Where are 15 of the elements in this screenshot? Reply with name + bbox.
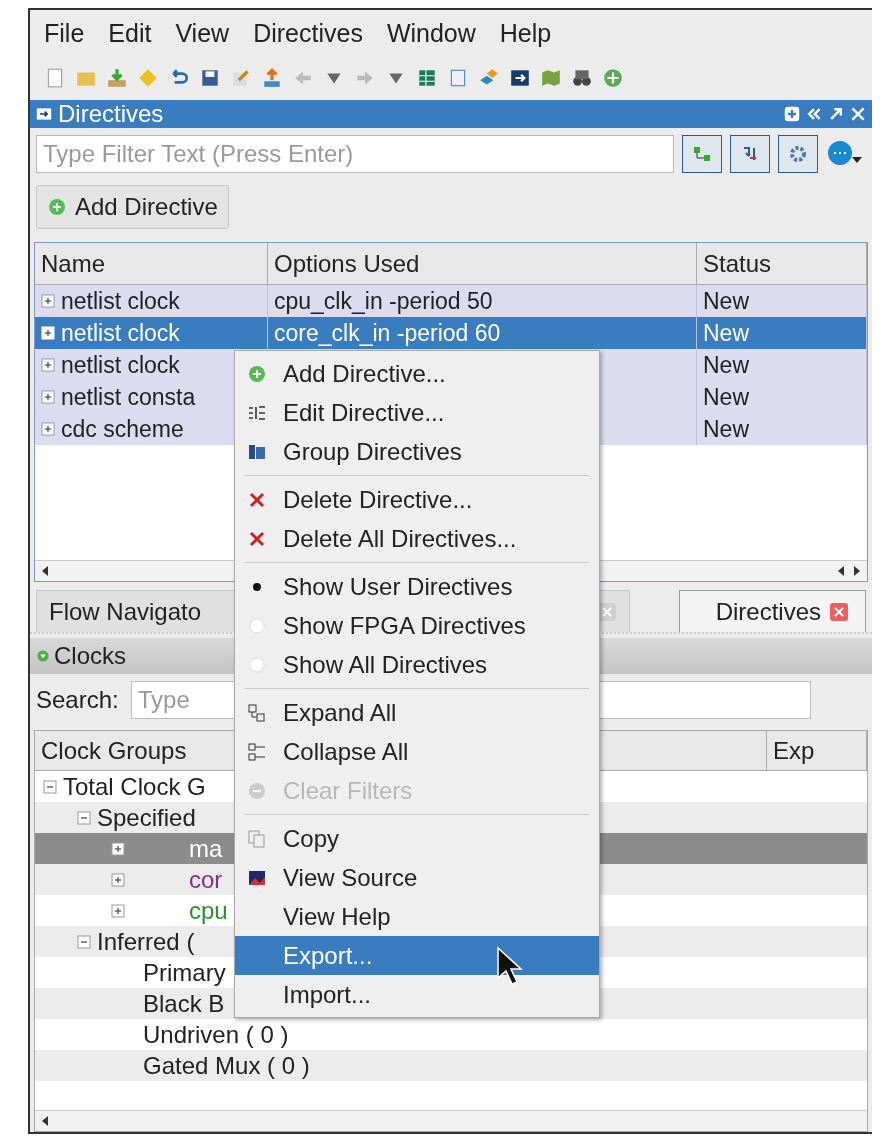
table-cell: New: [697, 285, 867, 317]
table-cell: cpu_clk_in -period 50: [268, 285, 697, 317]
panel-title: Directives: [58, 100, 164, 128]
directive-name: netlist clock: [61, 287, 180, 315]
search-label: Search:: [36, 686, 119, 714]
table-cell: New: [697, 381, 867, 413]
directive-name: netlist clock: [61, 351, 180, 379]
directive-name: netlist consta: [61, 383, 196, 411]
table-cell: New: [697, 413, 867, 445]
table-cell: core_clk_in -period 60: [268, 317, 697, 349]
directive-name: cdc scheme: [61, 415, 184, 443]
directive-name: netlist clock: [61, 319, 180, 347]
table-cell: New: [697, 349, 867, 381]
table-cell: New: [697, 317, 867, 349]
section-title: Clocks: [54, 642, 126, 670]
